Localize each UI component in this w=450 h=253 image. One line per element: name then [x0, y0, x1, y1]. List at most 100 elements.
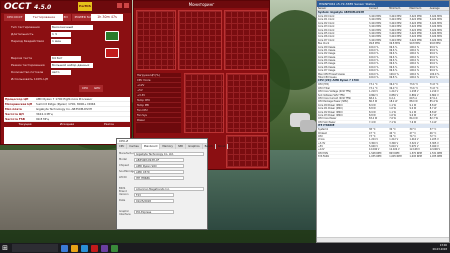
hwinfo-window: HWiNFO64 v5.72-3385 Sensor Status Sensor… [316, 0, 450, 243]
sensor-name: CPU Core Current (SVI2 TFN) [318, 96, 351, 100]
sensor-value: 0.862 V [429, 93, 439, 96]
start-button[interactable]: ⊞ [0, 243, 10, 253]
sensor-value: 99.8 % [389, 76, 398, 79]
threads-select[interactable]: Авто [51, 70, 71, 75]
info-header: Текущая Исходная Разгон [4, 122, 130, 127]
duration-input[interactable]: 1 Ч [51, 32, 71, 37]
sensor-name: Bus Clock [318, 42, 330, 45]
sensor-value: 5.040 V [429, 145, 439, 148]
sensor-value: 46 °C [429, 131, 437, 134]
sensor-name: +5V [318, 145, 323, 148]
file-explorer-icon[interactable] [61, 244, 68, 252]
sensor-value: 71.8 °C [429, 83, 439, 86]
cpuz-row: Southbridge AMD X370 [119, 170, 184, 174]
sensor-value: 0.862 V [369, 93, 378, 96]
test-mode-select[interactable]: Большой набор данных [51, 63, 93, 68]
sensor-name: SYS FAN1 [318, 155, 329, 158]
tab-gpu-info[interactable]: GPU [91, 85, 104, 92]
stop-test-button[interactable] [105, 48, 119, 58]
sensor-value: 5.040 V [369, 145, 378, 148]
sensor-name: Core #0 Usage [318, 45, 336, 48]
taskbar-search[interactable] [12, 244, 58, 252]
sensor-value: 12.096 V [429, 148, 441, 151]
monitor-graph [184, 73, 224, 133]
sensor-value: 7.4 W [369, 120, 376, 124]
canal-wall [0, 150, 130, 230]
start-test-button[interactable] [105, 31, 119, 41]
tab-about[interactable]: About [216, 144, 229, 149]
cpuz-taskbar-icon[interactable] [101, 244, 108, 252]
test-version-select[interactable]: 64 бит [51, 56, 81, 61]
monitor-graph [226, 73, 268, 133]
tab-testing[interactable]: Тестирование [25, 14, 63, 21]
tab-memory[interactable]: Memory [160, 144, 176, 149]
close-button[interactable] [124, 3, 129, 8]
tab-spd[interactable]: SPD [176, 144, 187, 149]
tab-cpu[interactable]: CPU [117, 144, 128, 149]
sensor-value: 99.6 % [389, 52, 398, 55]
sensor-value: 99.8 MHz [369, 42, 380, 45]
sensor-value: 7.6 W [409, 120, 417, 124]
sensor-value: 73.6 °C [409, 83, 419, 86]
sensor-value: 99.9 % [429, 62, 438, 65]
sensor-value: 99.8 MHz [429, 42, 441, 45]
minimize-button[interactable] [117, 3, 122, 8]
tab-mainboard[interactable]: Mainboard [141, 144, 161, 149]
edge-icon[interactable] [81, 244, 88, 252]
hwinfo-taskbar-icon[interactable] [111, 244, 118, 252]
sensor-name: SoC Voltage (SVI2 TFN) [318, 93, 345, 96]
sensor-value: 12.024 V [389, 148, 400, 151]
hwinfo-sensor-list[interactable]: System: Gigabyte AB350M-DS3H Core #0 Cloc… [317, 11, 449, 159]
parked-car [300, 120, 316, 132]
sensor-value: 99.8 MHz [409, 42, 421, 45]
sensor-value: 88.0 W [409, 100, 418, 103]
occt-titlebar[interactable]: OCCT 4.5.0 PerfOS [1, 1, 131, 13]
sensor-value: 100.0 % [409, 62, 420, 65]
sensor-row[interactable]: SYS FAN1 1,035 RPM 1,005 RPM 1,045 RPM 1,035… [317, 155, 449, 159]
system-clock[interactable]: 13:06 06.03.2018 [433, 244, 447, 252]
sensor-value: 8.7 W [429, 107, 437, 110]
sensor-value: 100.0 % [369, 69, 379, 72]
sensor-name: System1 [318, 128, 329, 131]
sensor-name: Core #2 Usage [318, 52, 336, 55]
tab-cpu-occt[interactable]: CPU:OCCT [4, 14, 26, 21]
monitoring-title[interactable]: Мониторинг [134, 1, 269, 8]
sensor-value: 1.224 V [369, 138, 378, 141]
sensor-value: 73.6 °C [409, 86, 419, 90]
avx-checkbox-label[interactable]: Использовать 100% ЦП [11, 77, 48, 81]
sensor-name: CPU SoC Power [318, 120, 336, 124]
cpuz-tabs: CPU Caches Mainboard Memory SPD Graphics… [117, 144, 229, 149]
sensor-value: 100.0 % [369, 76, 379, 79]
sensor-value: 3,424 MHz [409, 31, 422, 35]
tab-caches[interactable]: Caches [127, 144, 142, 149]
occt-taskbar-icon[interactable] [91, 244, 98, 252]
tab-graphics[interactable]: Graphics [186, 144, 203, 149]
idle-period-input[interactable]: 1 мин [51, 39, 71, 44]
sensor-name: Core #1 Clock [318, 18, 335, 21]
sensor-value: 3,424 MHz [369, 21, 382, 25]
sensor-value: 99.9 % [429, 55, 438, 59]
sensor-value: 8.8 W [369, 113, 376, 117]
sensor-name: +12V [318, 148, 325, 151]
test-type-select[interactable]: Бесконечный [51, 25, 93, 30]
sensor-value: 3,424 MHz [369, 15, 382, 18]
sensor-name: Max CPU/Thread Usage [318, 72, 345, 76]
occt-logo: OCCT 4.5.0 [4, 2, 52, 12]
sensor-value: 3,424 MHz [369, 31, 382, 35]
sensor-name: Core #7 Clock [318, 38, 335, 42]
sensor-value: 99.6 % [389, 65, 398, 69]
perf-badge[interactable]: PerfOS [78, 2, 92, 11]
sensor-value: 100.0 % [369, 59, 379, 62]
sensor-value: 100.0 % [409, 76, 420, 79]
tab-cpu-info[interactable]: CPU [79, 85, 92, 92]
tab-bench[interactable]: Bench [203, 144, 216, 149]
sensor-value: 3.300 V [369, 141, 378, 145]
cpuz-row: LPCIO ITE IT8686 [119, 176, 184, 180]
sensor-value: 1,570 RPM [409, 151, 422, 155]
sensor-value: 1.0 W [389, 107, 396, 110]
sensor-value: 36 °C [389, 134, 396, 138]
sensor-name: Core #5 Clock [318, 31, 335, 35]
sensor-value: 3,424 MHz [429, 28, 443, 31]
sensor-value: 100.0 % [389, 72, 399, 76]
folder-icon[interactable] [71, 244, 78, 252]
